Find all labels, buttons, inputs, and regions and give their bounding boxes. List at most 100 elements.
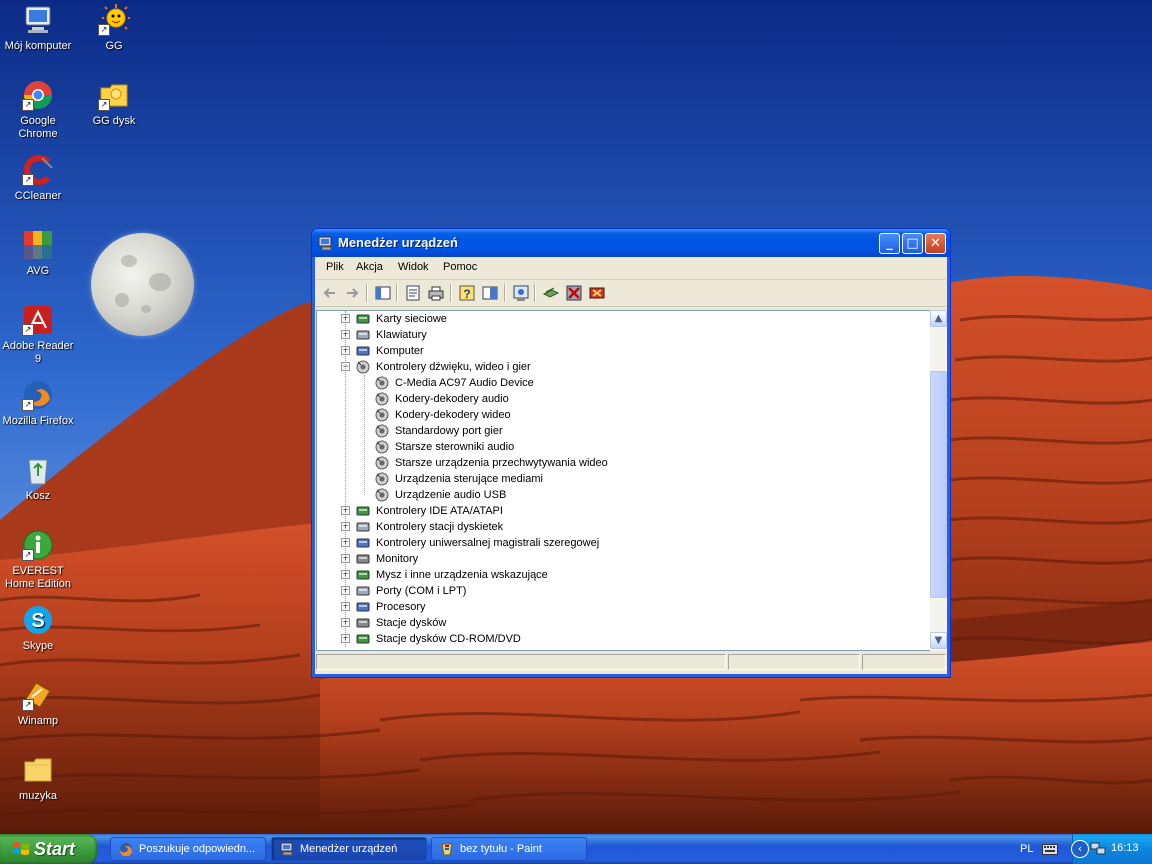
tree-device[interactable]: Urządzenia sterujące mediami bbox=[317, 471, 929, 487]
scroll-down-button[interactable]: ▼ bbox=[930, 632, 947, 649]
desktop-icon-ccleaner[interactable]: ↗ CCleaner bbox=[0, 154, 76, 203]
tree-item-label: Karty sieciowe bbox=[376, 313, 447, 325]
title-bar[interactable]: Menedżer urządzeń _ □ ✕ bbox=[312, 229, 950, 257]
vertical-scrollbar[interactable]: ▲ ▼ bbox=[930, 310, 947, 651]
tree-category[interactable]: + Klawiatury bbox=[317, 327, 929, 343]
taskbar-item-firefox[interactable]: Poszukuje odpowiedn... bbox=[110, 837, 266, 861]
desktop-icon-winamp[interactable]: ↗ Winamp bbox=[0, 679, 76, 728]
tree-device[interactable]: Urządzenie audio USB bbox=[317, 487, 929, 503]
scroll-thumb[interactable] bbox=[930, 371, 947, 598]
device-category-icon bbox=[356, 538, 370, 548]
tree-device[interactable]: Standardowy port gier bbox=[317, 423, 929, 439]
desktop-icon-label: muzyka bbox=[19, 790, 57, 802]
taskbar-item-paint[interactable]: bez tytułu - Paint bbox=[431, 837, 587, 861]
menu-plik[interactable]: Plik bbox=[326, 261, 344, 273]
tree-category[interactable]: + Kontrolery IDE ATA/ATAPI bbox=[317, 503, 929, 519]
folder-icon bbox=[22, 754, 54, 786]
tree-item-label: Procesory bbox=[376, 601, 426, 613]
desktop-icon-google-chrome[interactable]: ↗ Google Chrome bbox=[0, 79, 76, 141]
tree-category[interactable]: + Kontrolery uniwersalnej magistrali szer… bbox=[317, 535, 929, 551]
disable-device-icon[interactable] bbox=[565, 284, 583, 302]
device-manager-icon bbox=[280, 842, 293, 856]
menu-widok[interactable]: Widok bbox=[398, 261, 429, 273]
desktop-icon-everest[interactable]: ↗ EVEREST Home Edition bbox=[0, 529, 76, 591]
desktop-icon-avg[interactable]: AVG bbox=[0, 229, 76, 278]
language-indicator[interactable]: PL bbox=[1020, 843, 1033, 855]
tree-item-label: Kontrolery IDE ATA/ATAPI bbox=[376, 505, 503, 517]
desktop-icon-gg-dysk[interactable]: ↗ GG dysk bbox=[76, 79, 152, 128]
device-category-icon bbox=[356, 618, 370, 628]
firefox-icon: ↗ bbox=[22, 379, 54, 411]
show-hidden-icons-button[interactable]: ‹ bbox=[1071, 840, 1089, 858]
taskbar-item-label: bez tytułu - Paint bbox=[460, 843, 542, 855]
tree-category[interactable]: + Karty sieciowe bbox=[317, 311, 929, 327]
update-driver-icon[interactable] bbox=[542, 284, 560, 302]
tree-device[interactable]: Kodery-dekodery wideo bbox=[317, 407, 929, 423]
maximize-button[interactable]: □ bbox=[902, 233, 923, 254]
menu-akcja[interactable]: Akcja bbox=[356, 261, 383, 273]
tree-category[interactable]: + Stacje dysków bbox=[317, 615, 929, 631]
tree-device[interactable]: C-Media AC97 Audio Device bbox=[317, 375, 929, 391]
desktop-icon-label: GG bbox=[105, 40, 123, 52]
desktop-icon-label: GG dysk bbox=[92, 115, 136, 127]
device-tree[interactable]: + Karty sieciowe + Klawiatury + Komputer − Kont… bbox=[316, 310, 932, 651]
tree-item-label: Porty (COM i LPT) bbox=[376, 585, 467, 597]
print-icon[interactable] bbox=[427, 284, 445, 302]
tree-category[interactable]: + Kontrolery stacji dyskietek bbox=[317, 519, 929, 535]
gg-sun-icon: ↗ bbox=[98, 4, 130, 36]
tree-category[interactable]: + Mysz i inne urządzenia wskazujące bbox=[317, 567, 929, 583]
firefox-icon bbox=[119, 843, 132, 856]
scroll-up-button[interactable]: ▲ bbox=[930, 310, 947, 327]
tree-item-label: Standardowy port gier bbox=[395, 425, 503, 437]
network-icon[interactable] bbox=[1090, 841, 1106, 857]
desktop-icon-muzyka[interactable]: muzyka bbox=[0, 754, 76, 803]
system-tray: ‹ 16:13 bbox=[1071, 834, 1152, 864]
tree-category[interactable]: + Stacje dysków CD-ROM/DVD bbox=[317, 631, 929, 647]
desktop-icon-my-computer[interactable]: Mój komputer bbox=[0, 4, 76, 53]
help-icon[interactable]: ? bbox=[458, 284, 476, 302]
tree-item-label: Komputer bbox=[376, 345, 424, 357]
moon bbox=[91, 233, 194, 336]
uninstall-device-icon[interactable] bbox=[588, 284, 606, 302]
tree-item-label: Stacje dysków CD-ROM/DVD bbox=[376, 633, 521, 645]
scan-hardware-changes-icon[interactable] bbox=[512, 284, 530, 302]
clock[interactable]: 16:13 bbox=[1111, 842, 1139, 854]
desktop-icon-recycle-bin[interactable]: Kosz bbox=[0, 454, 76, 503]
minimize-button[interactable]: _ bbox=[879, 233, 900, 254]
window-title: Menedżer urządzeń bbox=[338, 235, 458, 250]
ccleaner-icon: ↗ bbox=[22, 154, 54, 186]
tree-category[interactable]: + Komputer bbox=[317, 343, 929, 359]
back-arrow-icon[interactable] bbox=[321, 284, 339, 302]
tree-category[interactable]: + Monitory bbox=[317, 551, 929, 567]
desktop-icon-firefox[interactable]: ↗ Mozilla Firefox bbox=[0, 379, 76, 428]
device-category-icon bbox=[356, 506, 370, 516]
chrome-icon: ↗ bbox=[22, 79, 54, 111]
sound-device-icon bbox=[375, 376, 389, 390]
tree-item-label: Mysz i inne urządzenia wskazujące bbox=[376, 569, 548, 581]
taskbar: Start Poszukuje odpowiedn... Menedżer ur… bbox=[0, 834, 1152, 864]
sound-device-icon bbox=[375, 488, 389, 502]
show-hide-action-pane-icon[interactable] bbox=[481, 284, 499, 302]
svg-text:?: ? bbox=[463, 287, 470, 301]
taskbar-item-device-manager[interactable]: Menedżer urządzeń bbox=[271, 837, 427, 861]
taskbar-item-label: Menedżer urządzeń bbox=[300, 843, 398, 855]
keyboard-icon[interactable] bbox=[1042, 844, 1058, 855]
desktop-icon-skype[interactable]: S Skype bbox=[0, 604, 76, 653]
desktop-icon-gg[interactable]: ↗ GG bbox=[76, 4, 152, 53]
tree-category[interactable]: + Porty (COM i LPT) bbox=[317, 583, 929, 599]
tree-device[interactable]: Kodery-dekodery audio bbox=[317, 391, 929, 407]
properties-icon[interactable] bbox=[404, 284, 422, 302]
start-button[interactable]: Start bbox=[0, 834, 97, 864]
tree-category[interactable]: − Kontrolery dźwięku, wideo i gier bbox=[317, 359, 929, 375]
sound-device-icon bbox=[375, 472, 389, 486]
tree-device[interactable]: Starsze urządzenia przechwytywania wideo bbox=[317, 455, 929, 471]
maximize-icon: □ bbox=[906, 236, 919, 251]
show-hide-console-tree-icon[interactable] bbox=[374, 284, 392, 302]
status-panel bbox=[728, 654, 860, 670]
tree-device[interactable]: Starsze sterowniki audio bbox=[317, 439, 929, 455]
menu-pomoc[interactable]: Pomoc bbox=[443, 261, 477, 273]
tree-category[interactable]: + Procesory bbox=[317, 599, 929, 615]
close-button[interactable]: ✕ bbox=[925, 233, 946, 254]
forward-arrow-icon[interactable] bbox=[343, 284, 361, 302]
desktop-icon-adobe-reader[interactable]: ↗ Adobe Reader 9 bbox=[0, 304, 76, 366]
